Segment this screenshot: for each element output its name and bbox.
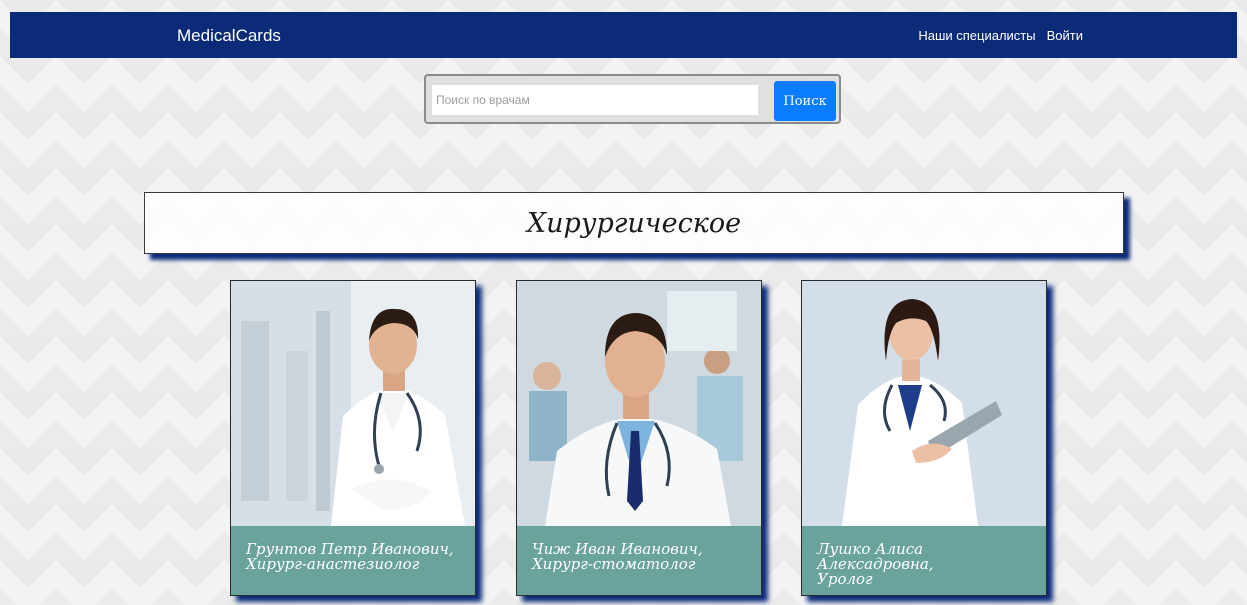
nav-link-login[interactable]: Войти [1047,28,1083,43]
doctor-name: Лушко Алиса Алексадровна, Уролог [817,542,934,587]
doctor-card[interactable]: Лушко Алиса Алексадровна, Уролог [801,280,1047,596]
doctor-photo [517,281,761,526]
section-header: Хирургическое [144,192,1124,254]
section-title: Хирургическое [526,207,742,239]
doctor-name: Чиж Иван Иванович, Хирург-стоматолог [532,542,703,572]
doctor-caption: Лушко Алиса Алексадровна, Уролог [802,526,1046,595]
doctor-card[interactable]: Грунтов Петр Иванович, Хирург-анастезиол… [230,280,476,596]
doctor-specialty-line: Хирург-анастезиолог [246,555,420,573]
doctor-extra-line: Уролог [817,570,873,588]
doctor-name: Грунтов Петр Иванович, Хирург-анастезиол… [246,542,454,572]
doctor-photo [231,281,475,526]
search-button[interactable]: Поиск [774,81,836,121]
doctor-caption: Грунтов Петр Иванович, Хирург-анастезиол… [231,526,475,595]
doctor-specialty-line: Хирург-стоматолог [532,555,696,573]
nav-link-specialists[interactable]: Наши специалисты [918,28,1035,43]
top-navbar: MedicalCards Наши специалисты Войти [10,12,1237,58]
doctor-caption: Чиж Иван Иванович, Хирург-стоматолог [517,526,761,595]
brand-logo[interactable]: MedicalCards [177,26,281,46]
search-input[interactable] [432,85,758,115]
doctor-photo [802,281,1046,526]
doctor-card[interactable]: Чиж Иван Иванович, Хирург-стоматолог [516,280,762,596]
nav-links: Наши специалисты Войти [918,28,1083,43]
search-form: Поиск [424,74,841,124]
